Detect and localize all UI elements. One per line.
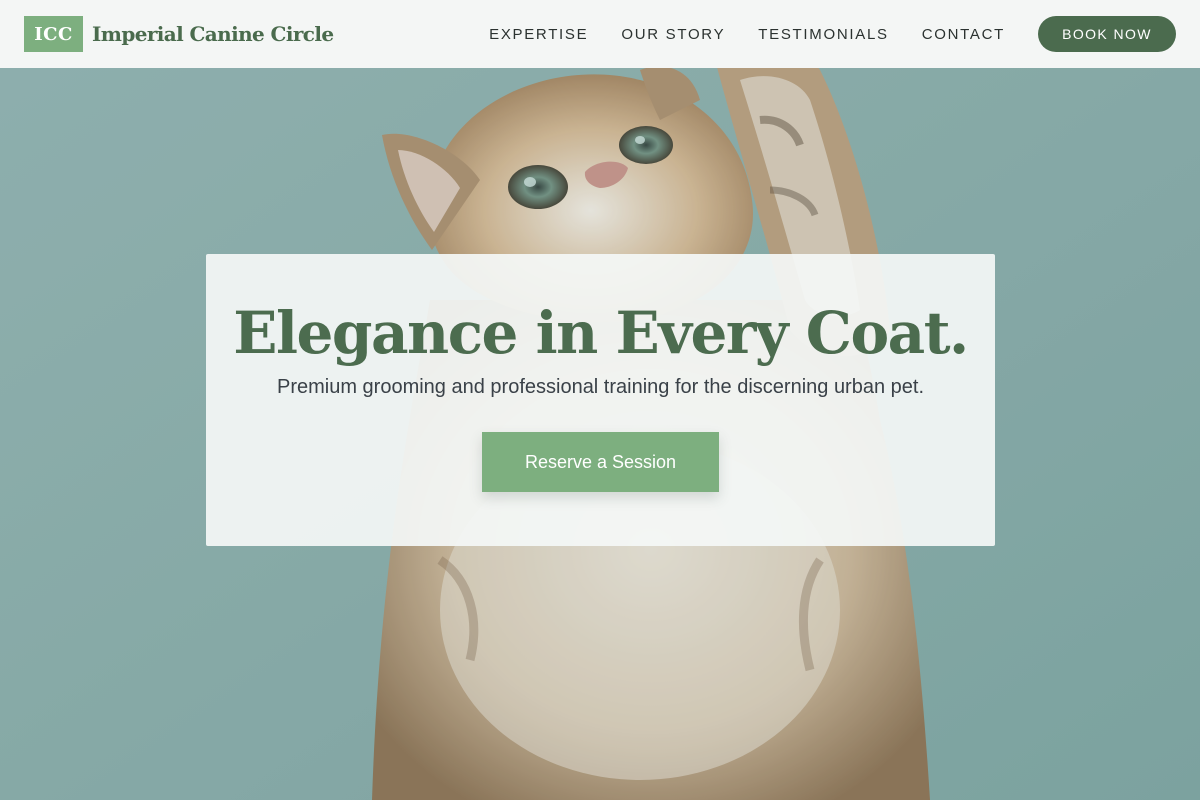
nav-link-expertise[interactable]: EXPERTISE xyxy=(489,26,588,43)
nav-link-contact[interactable]: CONTACT xyxy=(922,26,1005,43)
hero-title: Elegance in Every Coat. xyxy=(233,299,969,367)
logo[interactable]: ICC Imperial Canine Circle xyxy=(24,16,334,52)
nav-link-our-story[interactable]: OUR STORY xyxy=(621,26,725,43)
nav-link-testimonials[interactable]: TESTIMONIALS xyxy=(758,26,888,43)
site-header: ICC Imperial Canine Circle EXPERTISE OUR… xyxy=(0,0,1200,68)
hero-card: Elegance in Every Coat. Premium grooming… xyxy=(206,254,995,546)
main-nav: EXPERTISE OUR STORY TESTIMONIALS CONTACT xyxy=(489,26,1005,43)
reserve-session-button[interactable]: Reserve a Session xyxy=(482,432,719,492)
hero-subtitle: Premium grooming and professional traini… xyxy=(276,376,925,398)
book-now-button[interactable]: BOOK NOW xyxy=(1038,16,1176,52)
brand-name: Imperial Canine Circle xyxy=(92,22,334,46)
logo-badge: ICC xyxy=(24,16,83,52)
page: ICC Imperial Canine Circle EXPERTISE OUR… xyxy=(0,0,1200,800)
